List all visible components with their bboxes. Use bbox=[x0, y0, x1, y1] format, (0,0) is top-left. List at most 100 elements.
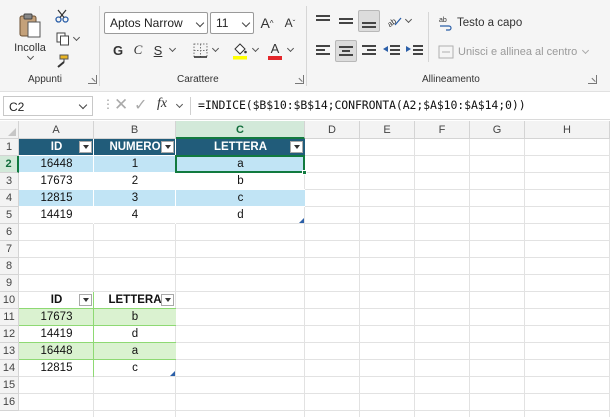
align-bottom-button[interactable] bbox=[358, 10, 380, 32]
filter-dropdown-icon[interactable] bbox=[161, 294, 174, 306]
clipboard-launcher-icon[interactable] bbox=[88, 75, 97, 84]
decrease-font-button[interactable]: Aˇ bbox=[280, 13, 300, 33]
formula-input[interactable]: =INDICE($B$10:$B$14;CONFRONTA(A2;$A$10:$… bbox=[198, 98, 526, 112]
increase-font-button[interactable]: A ^ bbox=[257, 13, 277, 33]
bold-button[interactable]: G bbox=[110, 41, 126, 59]
font-color-button[interactable]: A bbox=[266, 41, 284, 61]
table-cell[interactable]: b bbox=[94, 309, 176, 326]
table-cell[interactable]: b bbox=[176, 173, 305, 190]
formula-expand-icon[interactable] bbox=[175, 100, 184, 109]
column-header-g[interactable]: G bbox=[470, 121, 525, 139]
row-header-1[interactable]: 1 bbox=[0, 139, 19, 156]
borders-button[interactable] bbox=[190, 41, 210, 59]
table-cell[interactable]: 2 bbox=[94, 173, 176, 190]
worksheet-grid[interactable]: A B C D E F G H 1 2 3 4 5 6 7 8 9 10 11 12 13 14 15 16 ID NUMERO L… bbox=[0, 121, 610, 417]
table-cell[interactable]: d bbox=[176, 207, 305, 224]
borders-dropdown-icon[interactable] bbox=[211, 44, 220, 53]
filter-dropdown-icon[interactable] bbox=[79, 141, 92, 153]
arrow-right-icon bbox=[406, 46, 411, 52]
row-header-5[interactable]: 5 bbox=[0, 207, 19, 224]
filter-dropdown-icon[interactable] bbox=[79, 294, 92, 306]
align-right-button[interactable] bbox=[358, 40, 380, 62]
name-box-value: C2 bbox=[9, 100, 25, 114]
paste-button[interactable]: Incolla bbox=[10, 6, 50, 64]
wrap-text-button[interactable]: ab Testo a capo bbox=[438, 13, 522, 33]
select-all-corner[interactable] bbox=[0, 121, 19, 139]
enter-icon[interactable]: ✓ bbox=[134, 95, 147, 115]
underline-dropdown-icon[interactable] bbox=[168, 44, 177, 53]
table-header-cell[interactable]: LETTERA bbox=[176, 139, 305, 156]
orientation-button[interactable]: ab bbox=[384, 11, 404, 31]
row-header-9[interactable]: 9 bbox=[0, 275, 19, 292]
table-cell[interactable]: 1 bbox=[94, 156, 176, 173]
table-cell[interactable]: 16448 bbox=[19, 156, 94, 173]
row-header-13[interactable]: 13 bbox=[0, 343, 19, 360]
font-name-combo[interactable]: Aptos Narrow bbox=[104, 12, 208, 34]
active-cell-selection[interactable] bbox=[175, 155, 305, 173]
align-center-button[interactable] bbox=[335, 40, 357, 62]
name-box[interactable]: C2 bbox=[3, 96, 93, 116]
font-launcher-icon[interactable] bbox=[295, 75, 304, 84]
column-header-f[interactable]: F bbox=[415, 121, 470, 139]
font-color-dropdown-icon[interactable] bbox=[286, 44, 295, 53]
row-header-14[interactable]: 14 bbox=[0, 360, 19, 377]
insert-function-icon[interactable]: fx bbox=[157, 96, 167, 112]
cut-button[interactable] bbox=[54, 8, 70, 24]
fill-handle[interactable] bbox=[302, 170, 307, 175]
table-cell[interactable]: c bbox=[176, 190, 305, 207]
italic-button[interactable]: C bbox=[130, 41, 146, 59]
format-painter-button[interactable] bbox=[54, 53, 70, 69]
orientation-dropdown-icon[interactable] bbox=[404, 15, 413, 24]
column-header-d[interactable]: D bbox=[305, 121, 360, 139]
align-middle-button[interactable] bbox=[335, 10, 357, 32]
fill-color-dropdown-icon[interactable] bbox=[251, 44, 260, 53]
table-cell[interactable]: 16448 bbox=[19, 343, 94, 360]
table-cell[interactable]: 12815 bbox=[19, 360, 94, 377]
table-cell[interactable]: c bbox=[94, 360, 176, 377]
font-size-combo[interactable]: 11 bbox=[210, 12, 254, 34]
row-header-8[interactable]: 8 bbox=[0, 258, 19, 275]
row-header-11[interactable]: 11 bbox=[0, 309, 19, 326]
column-header-e[interactable]: E bbox=[360, 121, 415, 139]
table-cell[interactable]: 3 bbox=[94, 190, 176, 207]
table-cell[interactable]: 12815 bbox=[19, 190, 94, 207]
font-group-label: Carattere bbox=[177, 74, 219, 85]
column-header-c[interactable]: C bbox=[176, 121, 305, 139]
table-cell[interactable]: 17673 bbox=[19, 173, 94, 190]
row-header-12[interactable]: 12 bbox=[0, 326, 19, 343]
align-top-button[interactable] bbox=[312, 10, 334, 32]
table-cell[interactable]: d bbox=[94, 326, 176, 343]
table-cell[interactable]: 17673 bbox=[19, 309, 94, 326]
row-header-3[interactable]: 3 bbox=[0, 173, 19, 190]
wrap-text-icon: ab bbox=[439, 17, 452, 31]
column-header-b[interactable]: B bbox=[94, 121, 176, 139]
filter-dropdown-icon[interactable] bbox=[161, 141, 174, 153]
alignment-group-label: Allineamento bbox=[422, 74, 480, 85]
row-header-2[interactable]: 2 bbox=[0, 156, 19, 173]
column-header-h[interactable]: H bbox=[525, 121, 610, 139]
align-left-button[interactable] bbox=[312, 40, 334, 62]
increase-indent-button[interactable] bbox=[404, 40, 426, 62]
fill-color-button[interactable] bbox=[230, 41, 250, 61]
row-gridline bbox=[19, 274, 610, 275]
row-header-6[interactable]: 6 bbox=[0, 224, 19, 241]
copy-button[interactable] bbox=[54, 31, 80, 47]
row-header-16[interactable]: 16 bbox=[0, 394, 19, 411]
row-gridline bbox=[19, 410, 610, 411]
decrease-indent-button[interactable] bbox=[381, 40, 403, 62]
table-cell[interactable]: 14419 bbox=[19, 207, 94, 224]
column-header-a[interactable]: A bbox=[19, 121, 94, 139]
filter-dropdown-icon[interactable] bbox=[290, 141, 303, 153]
row-header-4[interactable]: 4 bbox=[0, 190, 19, 207]
row-header-7[interactable]: 7 bbox=[0, 241, 19, 258]
table-cell[interactable]: 4 bbox=[94, 207, 176, 224]
copy-dropdown-icon[interactable] bbox=[72, 33, 80, 42]
paste-dropdown-icon[interactable] bbox=[26, 52, 34, 60]
row-header-10[interactable]: 10 bbox=[0, 292, 19, 309]
table-cell[interactable]: 14419 bbox=[19, 326, 94, 343]
alignment-launcher-icon[interactable] bbox=[588, 75, 597, 84]
cancel-icon[interactable]: ✕ bbox=[114, 95, 128, 115]
underline-button[interactable]: S bbox=[150, 41, 166, 59]
table-cell[interactable]: a bbox=[94, 343, 176, 360]
row-header-15[interactable]: 15 bbox=[0, 377, 19, 394]
